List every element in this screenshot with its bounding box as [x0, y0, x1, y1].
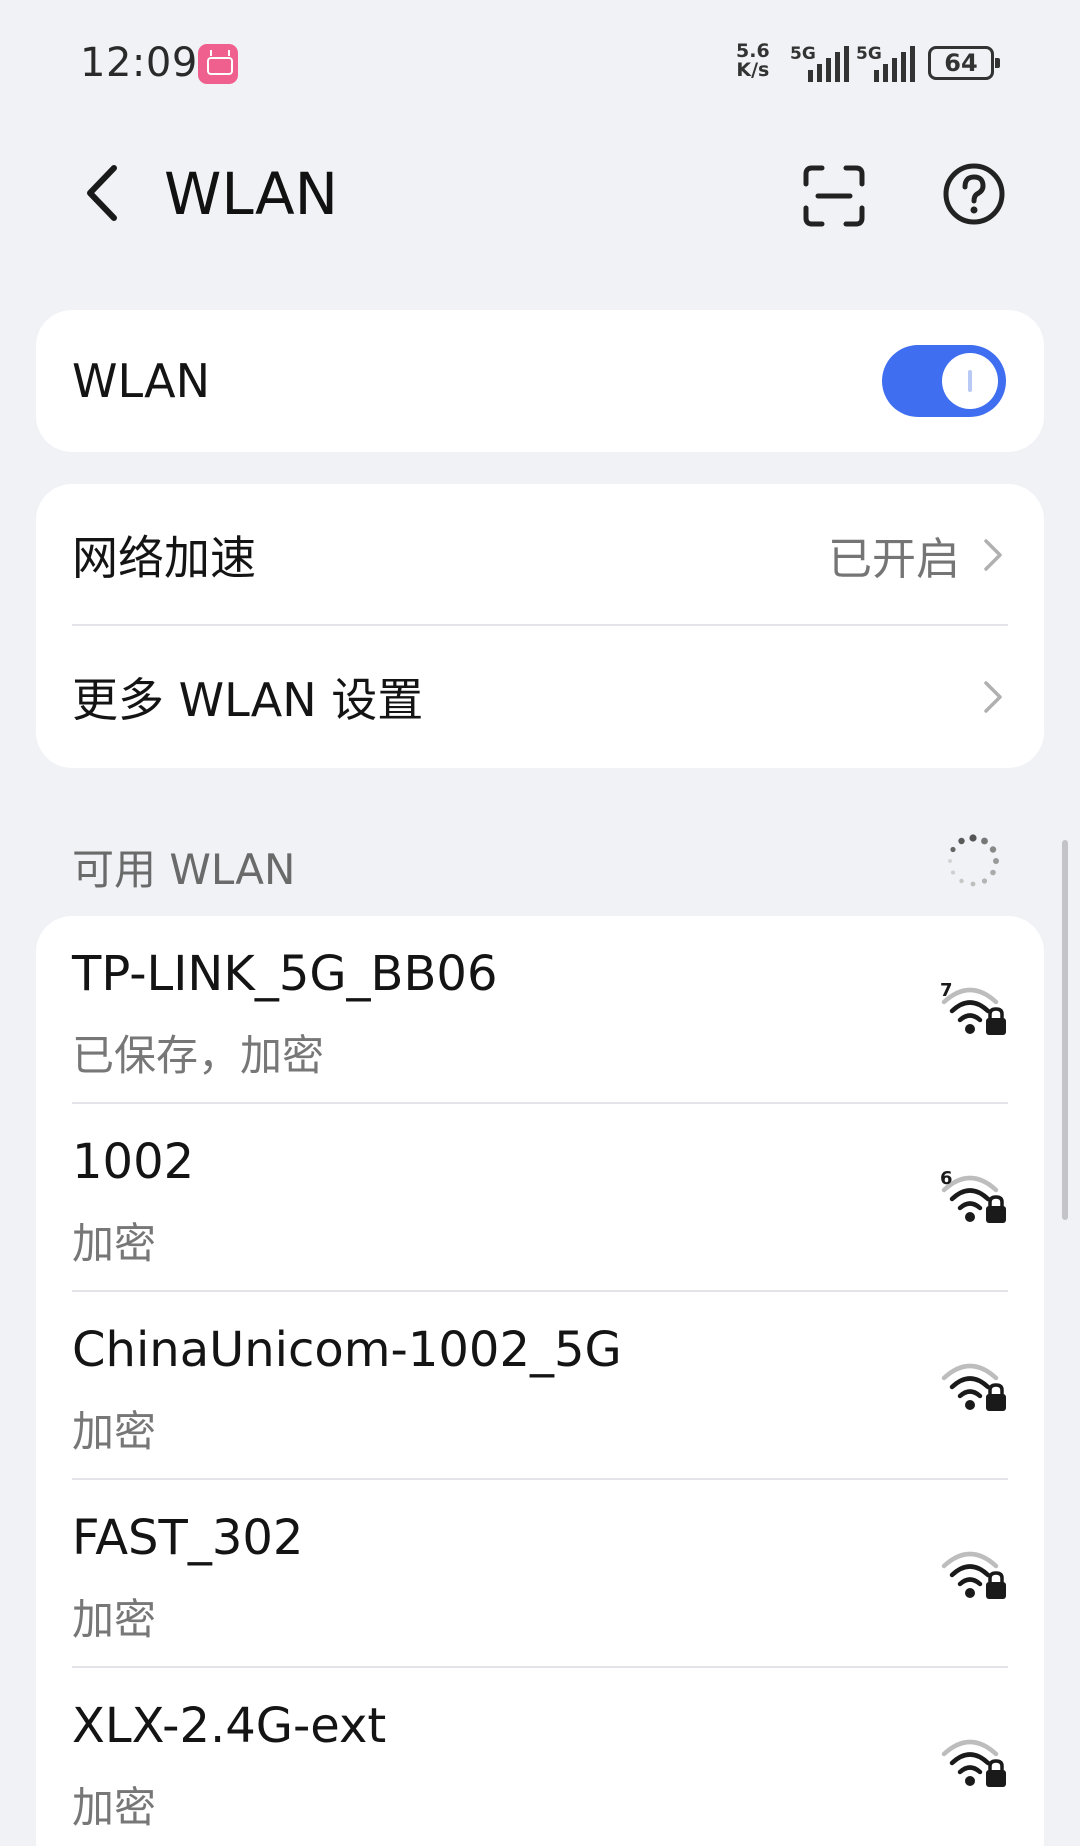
- scan-qr-button[interactable]: [798, 160, 870, 232]
- wlan-switch-knob: [942, 353, 998, 409]
- network-list: TP-LINK_5G_BB06 已保存，加密 7 1002 加密 6 ChinaUnicom…: [36, 916, 1044, 1846]
- more-wlan-settings-label: 更多 WLAN 设置: [72, 673, 424, 727]
- chevron-left-icon: [87, 165, 117, 221]
- page-header: WLAN: [0, 130, 1080, 260]
- network-status: 加密: [72, 1595, 157, 1644]
- network-name: 1002: [72, 1134, 195, 1190]
- battery-icon: 64: [928, 46, 1000, 80]
- network-name: ChinaUnicom-1002_5G: [72, 1322, 622, 1378]
- scrollbar[interactable]: [1062, 840, 1068, 1220]
- network-status: 加密: [72, 1783, 157, 1832]
- chevron-right-icon: [984, 539, 1002, 571]
- network-speed: 5.6 K/s: [736, 42, 770, 80]
- network-item[interactable]: 1002 加密 6: [36, 1104, 1044, 1292]
- back-button[interactable]: [70, 158, 140, 228]
- network-item[interactable]: FAST_302 加密: [36, 1480, 1044, 1668]
- network-speed-unit: K/s: [736, 59, 770, 81]
- scan-icon: [803, 165, 865, 227]
- network-name: FAST_302: [72, 1510, 304, 1566]
- wifi-locked-icon: 7: [940, 980, 1006, 1035]
- wlan-toggle-card: WLAN: [36, 310, 1044, 452]
- network-acceleration-value: 已开启: [828, 534, 960, 585]
- wlan-switch[interactable]: [882, 345, 1006, 417]
- network-name: XLX-2.4G-ext: [72, 1698, 387, 1754]
- chevron-right-icon: [984, 681, 1002, 713]
- network-item[interactable]: XLX-2.4G-ext 加密: [36, 1668, 1044, 1846]
- more-wlan-settings-row[interactable]: 更多 WLAN 设置: [36, 626, 1044, 768]
- wifi-locked-icon: [941, 1363, 1006, 1411]
- help-circle-icon: [943, 163, 1005, 225]
- bilibili-app-icon: [198, 44, 238, 84]
- status-time: 12:09: [80, 40, 198, 86]
- sim2-signal-icon: 5G: [856, 44, 916, 82]
- wifi-locked-icon: [941, 1739, 1006, 1787]
- available-wlan-heading: 可用 WLAN: [72, 845, 296, 894]
- sim1-signal-icon: 5G: [790, 44, 850, 82]
- help-button[interactable]: [938, 158, 1010, 230]
- network-acceleration-label: 网络加速: [72, 531, 256, 585]
- wifi-standard-badge: 6: [940, 1168, 953, 1189]
- network-item[interactable]: TP-LINK_5G_BB06 已保存，加密 7: [36, 916, 1044, 1104]
- wlan-toggle-label: WLAN: [72, 354, 211, 408]
- wifi-standard-badge: 7: [940, 980, 953, 1001]
- network-name: TP-LINK_5G_BB06: [72, 946, 498, 1002]
- network-status: 已保存，加密: [72, 1031, 325, 1080]
- page-title: WLAN: [164, 160, 339, 228]
- loading-spinner-icon: [948, 834, 999, 887]
- wifi-locked-icon: 6: [940, 1168, 1006, 1223]
- wifi-locked-icon: [941, 1551, 1006, 1599]
- wlan-settings-card: 网络加速 已开启 更多 WLAN 设置: [36, 484, 1044, 768]
- wlan-settings-screen: 12:09 5.6 K/s 5G 5G 64 WLAN WLAN 网络加速 已开…: [0, 0, 1080, 1846]
- wlan-toggle-row[interactable]: WLAN: [36, 310, 1044, 452]
- network-item[interactable]: ChinaUnicom-1002_5G 加密: [36, 1292, 1044, 1480]
- network-status: 加密: [72, 1219, 157, 1268]
- status-bar: 12:09 5.6 K/s 5G 5G 64: [0, 0, 1080, 120]
- network-status: 加密: [72, 1407, 157, 1456]
- battery-level: 64: [944, 49, 978, 77]
- network-acceleration-row[interactable]: 网络加速 已开启: [36, 484, 1044, 626]
